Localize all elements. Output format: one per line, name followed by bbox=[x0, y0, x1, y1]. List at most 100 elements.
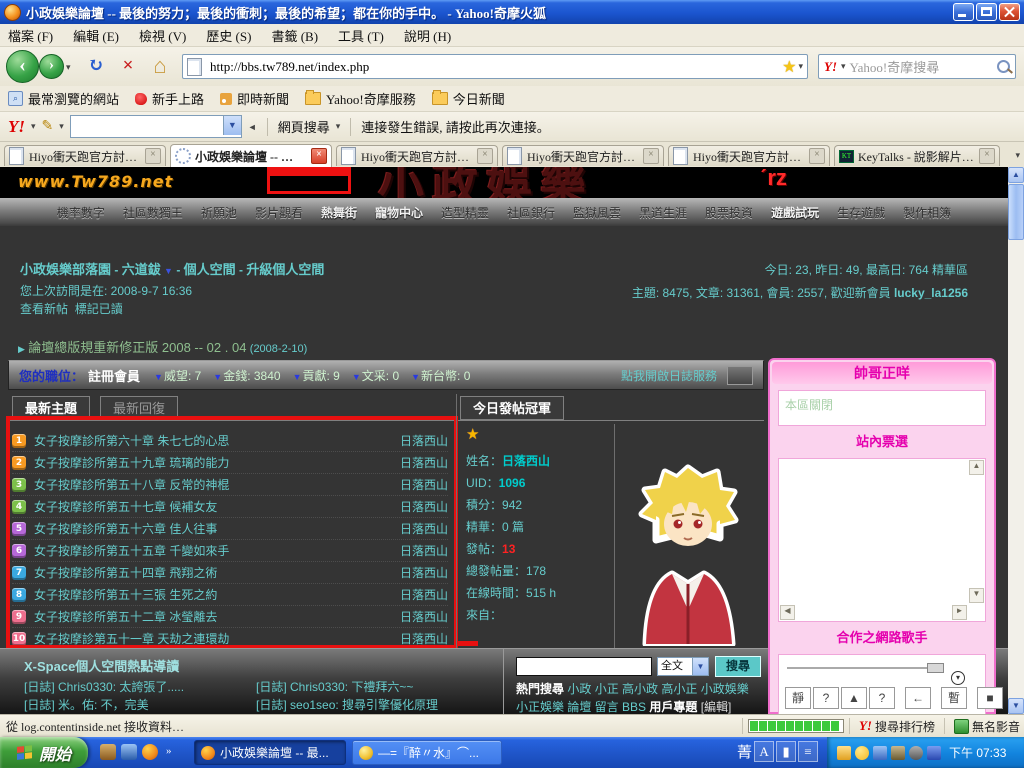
minimize-button[interactable] bbox=[953, 3, 974, 21]
tab-1[interactable]: Hiyo衝天跑官方討… × bbox=[4, 145, 166, 166]
history-dropdown-icon[interactable]: ▾ bbox=[66, 62, 71, 73]
menu-edit[interactable]: 編輯 (E) bbox=[73, 26, 119, 45]
breadcrumb-site[interactable]: 小政娛樂部落園 bbox=[20, 262, 111, 277]
player-button[interactable]: ? bbox=[869, 687, 895, 709]
player-back-button[interactable]: ← bbox=[905, 687, 931, 709]
yahoo-search-box[interactable]: Y! ▾ Yahoo!奇摩搜尋 bbox=[818, 54, 1016, 79]
task-button-forum[interactable]: 小政娛樂論壇 -- 最... bbox=[194, 740, 346, 765]
combo-dropdown-icon[interactable]: ▼ bbox=[223, 116, 241, 135]
player-stop-button[interactable]: ■ bbox=[977, 687, 1003, 709]
quicklaunch-firefox-icon[interactable] bbox=[142, 744, 158, 760]
forward-button[interactable]: › bbox=[39, 54, 64, 79]
scroll-up-icon[interactable]: ▲ bbox=[969, 460, 984, 475]
breadcrumb-upgrade[interactable]: 升級個人空間 bbox=[246, 262, 324, 277]
select-dropdown-icon[interactable]: ▼ bbox=[692, 658, 708, 675]
tab-close-icon[interactable]: × bbox=[311, 148, 327, 164]
xspace-entry[interactable]: [日誌] Chris0330: 下禮拜六~~ bbox=[256, 678, 413, 695]
ime-character[interactable]: 菁 bbox=[737, 741, 752, 762]
yahoo-menu-dropdown-icon[interactable]: ▾ bbox=[31, 121, 36, 132]
nav-link[interactable]: 影片觀看 bbox=[255, 204, 303, 221]
announcement-title[interactable]: 論壇總版規重新修正版 2008 -- 02 . 04 bbox=[28, 340, 246, 355]
tab-close-icon[interactable]: × bbox=[979, 148, 995, 164]
quicklaunch-overflow-icon[interactable]: » bbox=[166, 745, 172, 757]
wretch-video-status[interactable]: 無名影音 bbox=[950, 718, 1024, 735]
network-tray-icon[interactable] bbox=[873, 746, 887, 760]
reload-button[interactable]: ↻ bbox=[84, 54, 108, 78]
tab-close-icon[interactable]: × bbox=[477, 148, 493, 164]
scroll-right-icon[interactable]: ► bbox=[952, 605, 967, 620]
display-tray-icon[interactable] bbox=[927, 746, 941, 760]
page-scrollbar[interactable]: ▲ ▼ bbox=[1008, 167, 1024, 714]
quicklaunch-icon-2[interactable] bbox=[121, 744, 137, 760]
forum-search-button[interactable]: 搜尋 bbox=[715, 656, 761, 677]
menu-history[interactable]: 歷史 (S) bbox=[206, 26, 251, 45]
url-bar[interactable]: ★ ▾ bbox=[182, 54, 808, 79]
url-input[interactable] bbox=[208, 58, 780, 76]
quicklaunch-icon-1[interactable] bbox=[100, 744, 116, 760]
scrollbar-thumb[interactable] bbox=[1008, 184, 1024, 240]
stop-button[interactable]: × bbox=[116, 54, 140, 78]
home-button[interactable]: ⌂ bbox=[148, 54, 172, 78]
toolbar-error-message[interactable]: 連接發生錯誤, 請按此再次連接。 bbox=[361, 117, 550, 136]
edit-link[interactable]: [編輯] bbox=[701, 700, 732, 714]
bookmark-getting-started[interactable]: 新手上路 bbox=[135, 89, 204, 108]
tab-4[interactable]: Hiyo衝天跑官方討… × bbox=[502, 145, 664, 166]
breadcrumb-space[interactable]: 個人空間 bbox=[184, 262, 236, 277]
player-mute-button[interactable]: 靜 bbox=[785, 687, 811, 709]
tab-5[interactable]: Hiyo衝天跑官方討… × bbox=[668, 145, 830, 166]
nav-link[interactable]: 寵物中心 bbox=[375, 204, 423, 221]
tab-today-champion[interactable]: 今日發帖冠軍 bbox=[460, 396, 564, 420]
ime-halfwidth-icon[interactable]: ▮ bbox=[776, 741, 796, 762]
nav-link[interactable]: 股票投資 bbox=[705, 204, 753, 221]
tab-6[interactable]: KT KeyTalks - 說影解片… × bbox=[834, 145, 1000, 166]
taskbar-clock[interactable]: 下午 07:33 bbox=[949, 744, 1006, 761]
search-scope-select[interactable]: 全文 ▼ bbox=[657, 657, 709, 676]
nav-link[interactable]: 生存遊戲 bbox=[837, 204, 885, 221]
player-button[interactable]: ▲ bbox=[841, 687, 867, 709]
pencil-icon[interactable]: ✎ bbox=[42, 118, 54, 135]
digest-link[interactable]: 精華區 bbox=[932, 263, 968, 277]
web-search-button[interactable]: 網頁搜尋 bbox=[278, 117, 330, 136]
champion-name-link[interactable]: 日落西山 bbox=[502, 454, 550, 468]
web-search-dropdown-icon[interactable]: ▾ bbox=[336, 121, 341, 132]
scroll-down-icon[interactable]: ▼ bbox=[969, 588, 984, 603]
nav-link[interactable]: 社區數獨王 bbox=[123, 204, 183, 221]
view-new-posts-link[interactable]: 查看新帖 bbox=[20, 302, 68, 316]
tab-3[interactable]: Hiyo衝天跑官方討… × bbox=[336, 145, 498, 166]
hot-search-links[interactable]: 小政 小正 高小政 高小正 小政娛樂 bbox=[567, 682, 748, 696]
group-dropdown-icon[interactable]: ▼ bbox=[164, 266, 173, 276]
menu-tools[interactable]: 工具 (T) bbox=[338, 26, 384, 45]
announcement[interactable]: ▶ 論壇總版規重新修正版 2008 -- 02 . 04 (2008-2-10) bbox=[18, 337, 307, 356]
player-volume-icon[interactable]: ▾ bbox=[951, 671, 965, 685]
breadcrumb-group[interactable]: 六道鈸 bbox=[122, 262, 161, 277]
search-engine-dropdown-icon[interactable]: ▾ bbox=[841, 61, 846, 72]
tab-close-icon[interactable]: × bbox=[809, 148, 825, 164]
player-button[interactable]: ? bbox=[813, 687, 839, 709]
forum-search-input[interactable] bbox=[516, 657, 652, 676]
nav-link[interactable]: 祈願池 bbox=[201, 204, 237, 221]
yahoo-rank-status[interactable]: Y! 搜尋排行榜 bbox=[855, 718, 939, 735]
yahoo-logo-icon[interactable]: Y! bbox=[824, 59, 837, 75]
menu-bookmarks[interactable]: 書籤 (B) bbox=[271, 26, 318, 45]
player-seek-handle[interactable] bbox=[927, 663, 944, 673]
pencil-dropdown-icon[interactable]: ▾ bbox=[59, 121, 64, 132]
bookmark-star-icon[interactable]: ★ bbox=[782, 57, 796, 77]
menu-view[interactable]: 檢視 (V) bbox=[139, 26, 186, 45]
task-button-chat[interactable]: —=『醉〃水』⌒... bbox=[352, 740, 502, 765]
user-topics-link[interactable]: 用戶專題 bbox=[649, 700, 697, 714]
nav-link[interactable]: 遊戲試玩 bbox=[771, 204, 819, 221]
xspace-entry[interactable]: [日誌] seo1seo: 搜尋引擎優化原理 bbox=[256, 696, 438, 713]
menu-file[interactable]: 檔案 (F) bbox=[8, 26, 53, 45]
scrollbar-up-icon[interactable]: ▲ bbox=[1008, 167, 1024, 183]
xspace-entry[interactable]: [日誌] Chris0330: 太誇張了..... bbox=[24, 678, 184, 695]
nav-link[interactable]: 監獄風雲 bbox=[573, 204, 621, 221]
yahoo-toolbar-logo[interactable]: Y! bbox=[8, 117, 25, 137]
yahoo-toolbar-search-input[interactable]: ▼ bbox=[70, 115, 242, 138]
start-button[interactable]: 開始 bbox=[0, 737, 88, 768]
nav-link[interactable]: 機率數字 bbox=[57, 204, 105, 221]
bookmark-most-visited[interactable]: ⌕ 最常瀏覽的網站 bbox=[8, 89, 119, 108]
ime-mode-icon[interactable]: A bbox=[754, 741, 774, 762]
bookmark-yahoo-services[interactable]: Yahoo!奇摩服務 bbox=[305, 89, 416, 108]
blog-service-icon[interactable] bbox=[727, 366, 753, 385]
nav-link[interactable]: 黑道生涯 bbox=[639, 204, 687, 221]
